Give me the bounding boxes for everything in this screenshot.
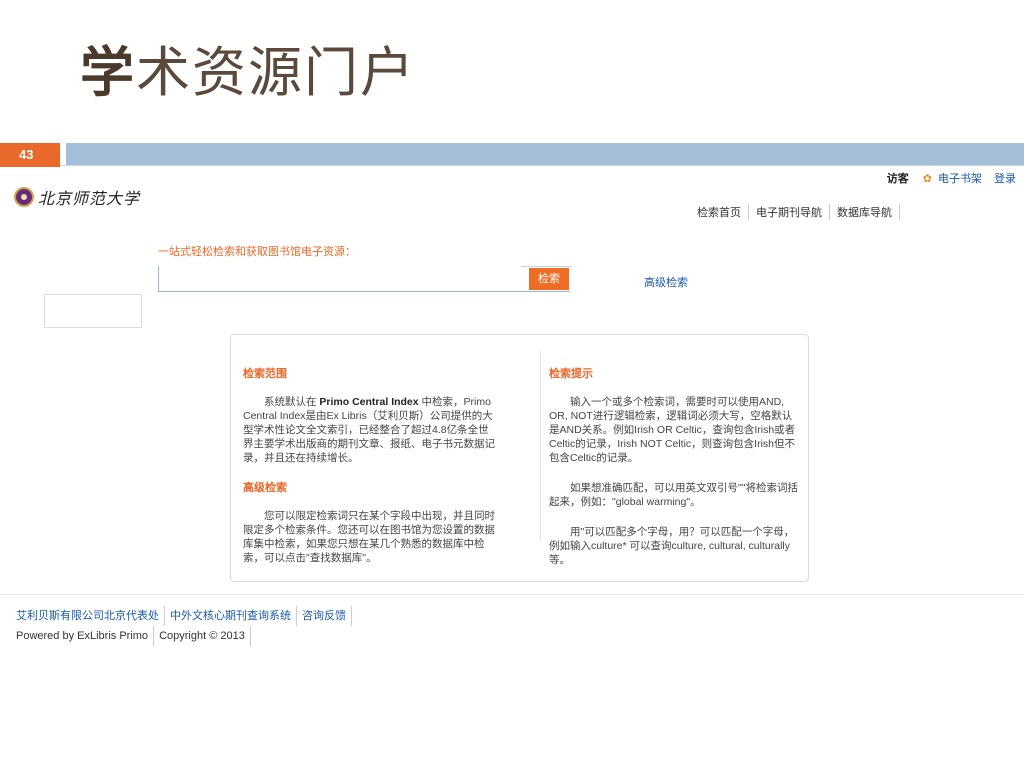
tips-heading: 检索提示 — [549, 368, 593, 380]
main-nav: 检索首页 电子期刊导航 数据库导航 — [690, 204, 920, 220]
nav-item-database-nav[interactable]: 数据库导航 — [830, 204, 900, 220]
tips-text-phrase: 如果想准确匹配，可以用英文双引号""将检索词括起来，例如："global war… — [549, 482, 798, 508]
login-link[interactable]: 登录 — [994, 170, 1016, 186]
search-button[interactable]: 检索 — [529, 268, 569, 290]
copyright: Copyright © 2013 — [154, 626, 251, 646]
nav-item-journal-nav[interactable]: 电子期刊导航 — [749, 204, 830, 220]
footer-links: 艾利贝斯有限公司北京代表处 中外文核心期刊查询系统 咨询反馈 — [16, 606, 352, 626]
slide-title: 学术资源门户 — [80, 46, 416, 100]
help-left-column: 检索范围 系统默认在 Primo Central Index 中检索，Primo… — [243, 367, 495, 581]
slide-title-rest: 术资源门户 — [136, 41, 416, 104]
nav-item-search-home[interactable]: 检索首页 — [690, 204, 749, 220]
slide-title-first: 学 — [80, 41, 136, 104]
footer-link-core-journals[interactable]: 中外文核心期刊查询系统 — [165, 606, 297, 626]
advanced-text: 您可以限定检索词只在某个字段中出现，并且同时限定多个检索条件。您还可以在图书馆为… — [243, 510, 495, 564]
footer-meta: Powered by ExLibris Primo Copyright © 20… — [16, 626, 352, 646]
search-prompt: 一站式轻松检索和获取图书馆电子资源： — [158, 246, 356, 258]
tips-text-logic: 输入一个或多个检索词，需要时可以使用AND, OR, NOT进行逻辑检索，逻辑词… — [549, 396, 796, 464]
star-icon: ✿ — [922, 172, 932, 185]
side-empty-box — [44, 294, 142, 328]
top-links: 访客 ✿ 电子书架 登录 — [887, 170, 1016, 186]
library-portal: 访客 ✿ 电子书架 登录 北京师范大学 检索首页 电子期刊导航 数据库导航 一站… — [0, 166, 1024, 768]
panel-divider — [540, 351, 541, 541]
slide-header-bar — [66, 143, 1024, 165]
scope-heading: 检索范围 — [243, 368, 287, 380]
university-name: 北京师范大学 — [38, 189, 141, 208]
advanced-search-link[interactable]: 高级检索 — [644, 274, 688, 290]
university-logo[interactable]: 北京师范大学 — [14, 180, 146, 214]
help-right-column: 检索提示 输入一个或多个检索词，需要时可以使用AND, OR, NOT进行逻辑检… — [549, 367, 801, 583]
scope-text: 系统默认在 Primo Central Index 中检索，Primo Cent… — [243, 396, 495, 464]
visitor-label: 访客 — [886, 173, 909, 185]
footer-link-exlibris[interactable]: 艾利贝斯有限公司北京代表处 — [16, 606, 165, 626]
slide-page-number: 43 — [0, 143, 60, 167]
search-input[interactable] — [158, 266, 571, 292]
advanced-heading: 高级检索 — [243, 482, 287, 494]
tips-text-wildcard: 用"可以匹配多个字母，用？可以匹配一个字母，例如输入culture* 可以查询c… — [549, 526, 795, 566]
powered-by: Powered by ExLibris Primo — [16, 626, 155, 646]
university-seal-icon — [14, 187, 34, 207]
footer-divider — [0, 594, 1024, 595]
bookshelf-link[interactable]: 电子书架 — [938, 170, 982, 186]
footer: 艾利贝斯有限公司北京代表处 中外文核心期刊查询系统 咨询反馈 Powered b… — [16, 606, 352, 646]
footer-link-feedback[interactable]: 咨询反馈 — [297, 606, 352, 626]
help-panel: 检索范围 系统默认在 Primo Central Index 中检索，Primo… — [230, 334, 809, 582]
